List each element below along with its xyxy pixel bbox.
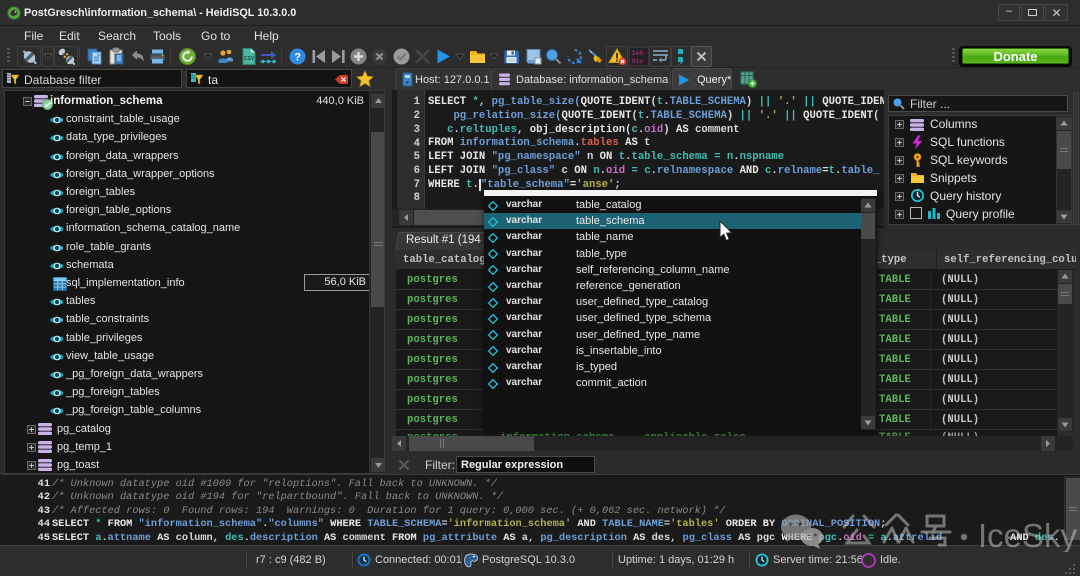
svg-text:IceSky: IceSky (978, 517, 1078, 552)
svg-text:?: ? (294, 52, 301, 64)
svg-text:CSV: CSV (244, 56, 255, 62)
svg-text:01o: 01o (632, 58, 644, 65)
svg-text:1e0: 1e0 (632, 50, 644, 57)
